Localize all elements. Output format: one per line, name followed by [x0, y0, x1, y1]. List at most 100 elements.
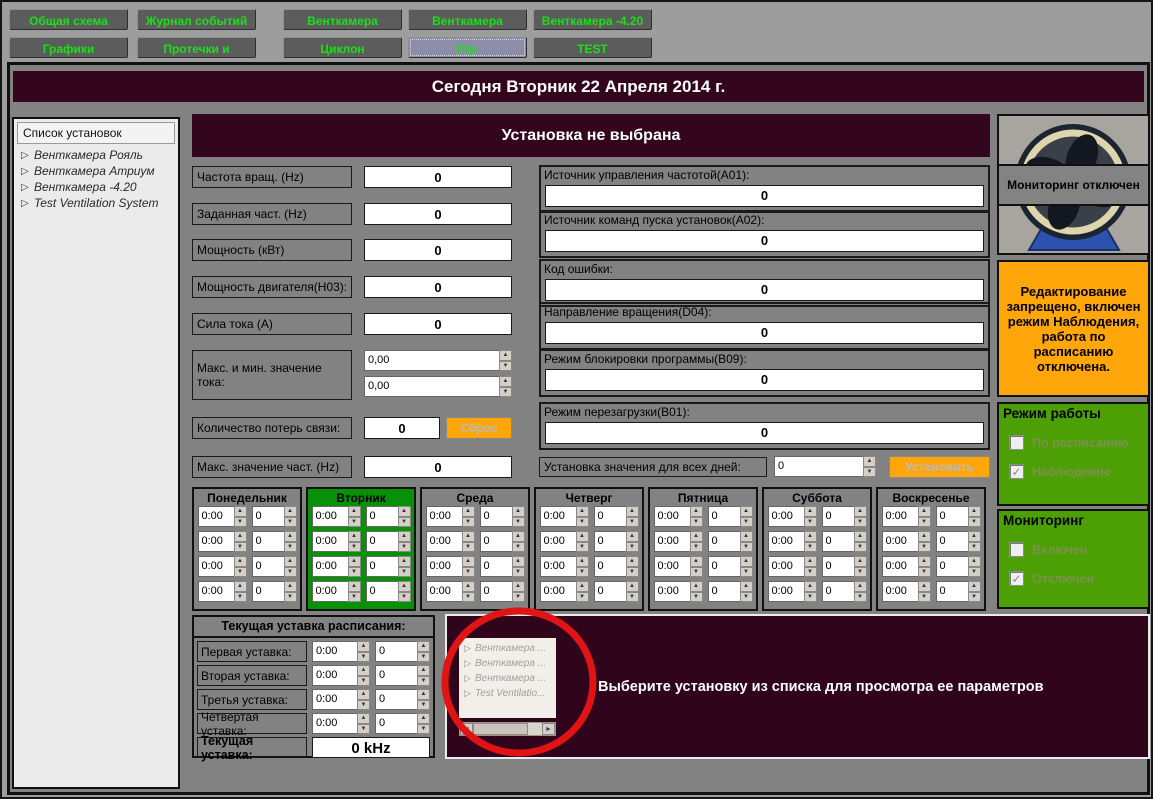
value-spinner[interactable]: 0 ▲▼ [366, 581, 411, 602]
value-spinner[interactable]: 0 ▲▼ [366, 556, 411, 577]
spinner-up-button[interactable]: ▲ [968, 581, 981, 592]
toolbar-button[interactable]: Упр. расписанием [408, 37, 527, 58]
spinner-value[interactable]: 0 [366, 581, 398, 602]
spinner-value[interactable]: 0:00 [882, 556, 918, 577]
checkbox[interactable] [1009, 542, 1024, 557]
spinner-value[interactable]: 0 [936, 581, 968, 602]
spinner-down-button[interactable]: ▼ [512, 567, 525, 578]
spinner-value[interactable]: 0 [366, 556, 398, 577]
value-spinner[interactable]: 0 ▲▼ [936, 581, 981, 602]
spinner-value[interactable]: 0:00 [312, 689, 357, 710]
value-spinner[interactable]: 0 ▲▼ [375, 641, 430, 662]
tree-expand-icon[interactable]: ▷ [464, 688, 475, 699]
spinner-down-button[interactable]: ▼ [284, 567, 297, 578]
spinner-value[interactable]: 0 [366, 506, 398, 527]
spinner-up-button[interactable]: ▲ [740, 531, 753, 542]
spinner-down-button[interactable]: ▼ [626, 517, 639, 528]
value-spinner[interactable]: 0:00 ▲▼ [312, 531, 361, 552]
spinner-up-button[interactable]: ▲ [740, 506, 753, 517]
spinner-down-button[interactable]: ▼ [740, 542, 753, 553]
value-spinner[interactable]: 0:00 ▲▼ [198, 581, 247, 602]
spinner-up-button[interactable]: ▲ [968, 556, 981, 567]
reset-button[interactable]: Сброс [446, 417, 512, 439]
value-spinner[interactable]: 0 ▲▼ [480, 531, 525, 552]
spinner-value[interactable]: 0:00 [654, 531, 690, 552]
scroll-left-icon[interactable]: ◄ [460, 723, 473, 735]
value-spinner[interactable]: 0:00 ▲▼ [882, 531, 931, 552]
mini-list-item[interactable]: ▷Венткамера ... [459, 671, 556, 686]
spinner-up-button[interactable]: ▲ [398, 581, 411, 592]
spinner-up-button[interactable]: ▲ [626, 531, 639, 542]
value-spinner[interactable]: 0 ▲▼ [594, 506, 639, 527]
value-spinner[interactable]: 0:00 ▲▼ [312, 506, 361, 527]
spinner-value[interactable]: 0 [375, 713, 417, 734]
spinner-value[interactable]: 0:00 [312, 531, 348, 552]
value-spinner[interactable]: 0:00 ▲▼ [426, 531, 475, 552]
spinner-down-button[interactable]: ▼ [854, 567, 867, 578]
spinner-value[interactable]: 0 [936, 556, 968, 577]
spinner-down-button[interactable]: ▼ [284, 592, 297, 603]
spinner-down-button[interactable]: ▼ [968, 542, 981, 553]
spinner-up-button[interactable]: ▲ [462, 556, 475, 567]
spinner-up-button[interactable]: ▲ [284, 581, 297, 592]
value-spinner[interactable]: 0:00 ▲▼ [312, 689, 370, 710]
spinner-down-button[interactable]: ▼ [512, 542, 525, 553]
spinner-up-button[interactable]: ▲ [357, 689, 370, 700]
spinner-down-button[interactable]: ▼ [626, 542, 639, 553]
spinner-value[interactable]: 0 [480, 506, 512, 527]
spinner-up-button[interactable]: ▲ [462, 531, 475, 542]
spinner-down-button[interactable]: ▼ [462, 542, 475, 553]
spinner-up-button[interactable]: ▲ [968, 531, 981, 542]
spinner-value[interactable]: 0 [708, 556, 740, 577]
spinner-up-button[interactable]: ▲ [968, 506, 981, 517]
spinner-value[interactable]: 0:00 [312, 506, 348, 527]
spinner-value[interactable]: 0:00 [540, 531, 576, 552]
spinner-value[interactable]: 0 [375, 641, 417, 662]
spinner-up-button[interactable]: ▲ [499, 376, 512, 387]
value-spinner[interactable]: 0 ▲▼ [594, 581, 639, 602]
spinner-value[interactable]: 0:00 [198, 506, 234, 527]
spinner-down-button[interactable]: ▼ [918, 542, 931, 553]
value-spinner[interactable]: 0 ▲▼ [375, 665, 430, 686]
spinner-up-button[interactable]: ▲ [398, 506, 411, 517]
spinner-up-button[interactable]: ▲ [398, 556, 411, 567]
checkbox[interactable]: ✓ [1009, 464, 1024, 479]
spinner-value[interactable]: 0:00 [768, 506, 804, 527]
tree-expand-icon[interactable]: ▷ [464, 658, 475, 669]
spinner-down-button[interactable]: ▼ [690, 592, 703, 603]
spinner-up-button[interactable]: ▲ [854, 556, 867, 567]
spinner-up-button[interactable]: ▲ [740, 556, 753, 567]
toolbar-button[interactable]: Протечки и аварии [137, 37, 256, 58]
max-current-spinner[interactable]: 0,00 ▲▼ [364, 350, 512, 371]
spinner-value[interactable]: 0:00 [426, 556, 462, 577]
spinner-up-button[interactable]: ▲ [804, 581, 817, 592]
spinner-up-button[interactable]: ▲ [804, 556, 817, 567]
value-spinner[interactable]: 0:00 ▲▼ [312, 641, 370, 662]
spinner-down-button[interactable]: ▼ [462, 517, 475, 528]
spinner-up-button[interactable]: ▲ [348, 581, 361, 592]
spinner-down-button[interactable]: ▼ [854, 542, 867, 553]
spinner-up-button[interactable]: ▲ [690, 506, 703, 517]
value-spinner[interactable]: 0:00 ▲▼ [426, 506, 475, 527]
spinner-down-button[interactable]: ▼ [417, 652, 430, 663]
spinner-down-button[interactable]: ▼ [740, 567, 753, 578]
spinner-value[interactable]: 0 [708, 531, 740, 552]
tree-expand-icon[interactable]: ▷ [21, 198, 34, 209]
spinner-down-button[interactable]: ▼ [284, 542, 297, 553]
value-spinner[interactable]: 0:00 ▲▼ [768, 506, 817, 527]
value-spinner[interactable]: 0 ▲▼ [822, 506, 867, 527]
spinner-value[interactable]: 0:00 [540, 506, 576, 527]
spinner-down-button[interactable]: ▼ [284, 517, 297, 528]
toolbar-button[interactable]: Общая схема [9, 9, 128, 30]
horizontal-scrollbar[interactable]: ◄ ► [459, 722, 556, 736]
value-spinner[interactable]: 0 ▲▼ [366, 506, 411, 527]
spinner-down-button[interactable]: ▼ [918, 517, 931, 528]
spinner-value[interactable]: 0:00 [768, 531, 804, 552]
spinner-value[interactable]: 0:00 [312, 581, 348, 602]
value-spinner[interactable]: 0:00 ▲▼ [540, 506, 589, 527]
spinner-up-button[interactable]: ▲ [804, 531, 817, 542]
mini-list-item[interactable]: ▷Венткамера ... [459, 656, 556, 671]
sidebar-item-installation[interactable]: ▷Test Ventilation System [14, 195, 178, 211]
value-spinner[interactable]: 0 ▲▼ [822, 556, 867, 577]
spinner-up-button[interactable]: ▲ [626, 506, 639, 517]
